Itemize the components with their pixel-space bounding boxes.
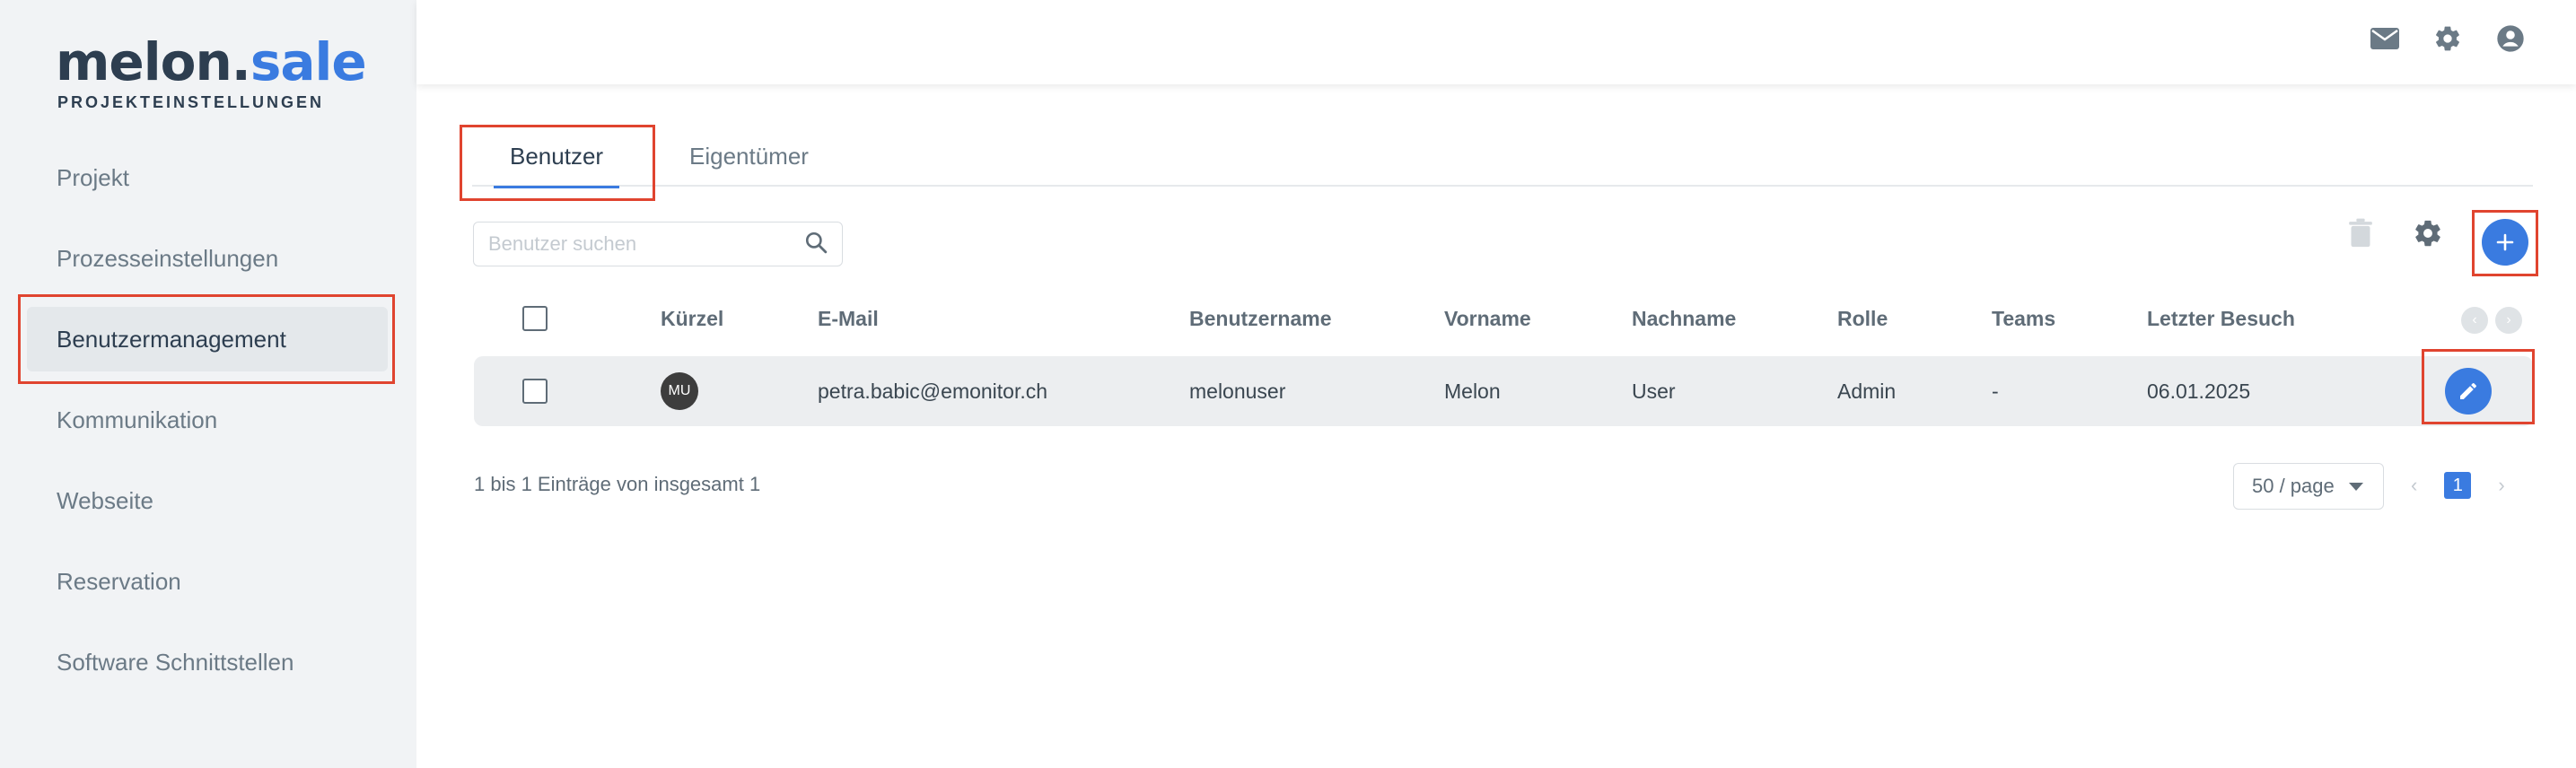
column-header-teams[interactable]: Teams (1992, 296, 2055, 341)
column-header-email[interactable]: E-Mail (818, 296, 879, 341)
column-header-letzter-besuch[interactable]: Letzter Besuch (2147, 296, 2295, 341)
select-all-checkbox[interactable] (522, 306, 548, 331)
role-cell: Admin (1837, 379, 1897, 403)
column-header-nachname[interactable]: Nachname (1632, 296, 1736, 341)
add-user-button[interactable] (2482, 219, 2528, 266)
tabs: Benutzer Eigentümer (472, 126, 2533, 188)
sidebar-item-projekt[interactable]: Projekt (0, 137, 416, 218)
prev-page-icon[interactable]: ‹ (2411, 474, 2417, 497)
sidebar-item-label: Prozesseinstellungen (57, 244, 279, 272)
table-scroll-arrows: ‹ › (2461, 307, 2522, 334)
sidebar-item-label: Software Schnittstellen (57, 648, 294, 676)
teams-cell: - (1992, 379, 1999, 403)
caret-down-icon (2349, 483, 2363, 491)
sidebar-item-label: Webseite (57, 486, 153, 514)
trash-icon[interactable] (2348, 218, 2373, 253)
user-circle-icon[interactable] (2495, 23, 2526, 54)
logo-accent-text: sale (250, 31, 367, 92)
column-header-vorname[interactable]: Vorname (1444, 296, 1531, 341)
sidebar-item-benutzermanagement[interactable]: Benutzermanagement (0, 299, 416, 380)
firstname-cell: Melon (1444, 379, 1501, 403)
row-checkbox[interactable] (522, 379, 548, 404)
page-size-select[interactable]: 50 / page (2233, 463, 2384, 510)
pagination: ‹ 1 › (2411, 472, 2505, 499)
sidebar-item-label: Benutzermanagement (57, 325, 286, 353)
logo-subtitle: PROJEKTEINSTELLUNGEN (57, 93, 325, 111)
column-header-kuerzel[interactable]: Kürzel (661, 296, 723, 341)
table-toolbar (2348, 218, 2443, 253)
top-header (416, 0, 2576, 84)
sidebar-item-reservation[interactable]: Reservation (0, 541, 416, 622)
pagination-summary: 1 bis 1 Einträge von insgesamt 1 (474, 473, 761, 495)
last-visit-cell: 06.01.2025 (2147, 379, 2251, 403)
next-page-icon[interactable]: › (2498, 474, 2504, 497)
logo: melon.sale PROJEKTEINSTELLUNGEN (56, 36, 367, 126)
column-header-benutzername[interactable]: Benutzername (1189, 296, 1331, 341)
plus-icon (2496, 233, 2514, 251)
pencil-icon (2460, 382, 2477, 399)
tab-eigentuemer[interactable]: Eigentümer (689, 126, 809, 187)
gear-icon[interactable] (2413, 218, 2443, 253)
lastname-cell: User (1632, 379, 1676, 403)
table-row[interactable]: MU petra.babic@emonitor.ch melonuser Mel… (474, 356, 2533, 426)
edit-user-button[interactable] (2445, 368, 2492, 415)
sidebar-item-kommunikation[interactable]: Kommunikation (0, 380, 416, 460)
avatar: MU (661, 372, 698, 410)
sidebar-item-prozesseinstellungen[interactable]: Prozesseinstellungen (0, 218, 416, 299)
sidebar-nav: Projekt Prozesseinstellungen Benutzerman… (0, 137, 416, 703)
sidebar: melon.sale PROJEKTEINSTELLUNGEN Projekt … (0, 0, 416, 768)
sidebar-item-label: Projekt (57, 163, 129, 191)
row-select-cell (522, 356, 548, 426)
page-button-current[interactable]: 1 (2444, 472, 2472, 499)
scroll-left-icon[interactable]: ‹ (2461, 307, 2488, 334)
sidebar-item-label: Kommunikation (57, 406, 218, 433)
select-all-cell (522, 296, 548, 341)
column-header-rolle[interactable]: Rolle (1837, 296, 1888, 341)
sidebar-item-webseite[interactable]: Webseite (0, 460, 416, 541)
header-icons (2370, 23, 2526, 54)
search-input[interactable] (488, 232, 804, 256)
username-cell: melonuser (1189, 379, 1286, 403)
email-cell: petra.babic@emonitor.ch (818, 379, 1048, 403)
search-box (473, 222, 843, 266)
logo-main-text: melon. (56, 31, 251, 92)
sidebar-item-label: Reservation (57, 567, 181, 595)
tab-benutzer[interactable]: Benutzer (493, 126, 620, 188)
page-size-value: 50 / page (2252, 475, 2335, 497)
initials-cell: MU (661, 356, 698, 426)
scroll-right-icon[interactable]: › (2495, 307, 2522, 334)
gear-icon[interactable] (2432, 23, 2463, 54)
table-header: Kürzel E-Mail Benutzername Vorname Nachn… (474, 296, 2533, 341)
search-icon[interactable] (804, 231, 828, 258)
sidebar-item-software-schnittstellen[interactable]: Software Schnittstellen (0, 622, 416, 703)
mail-icon[interactable] (2370, 23, 2400, 54)
